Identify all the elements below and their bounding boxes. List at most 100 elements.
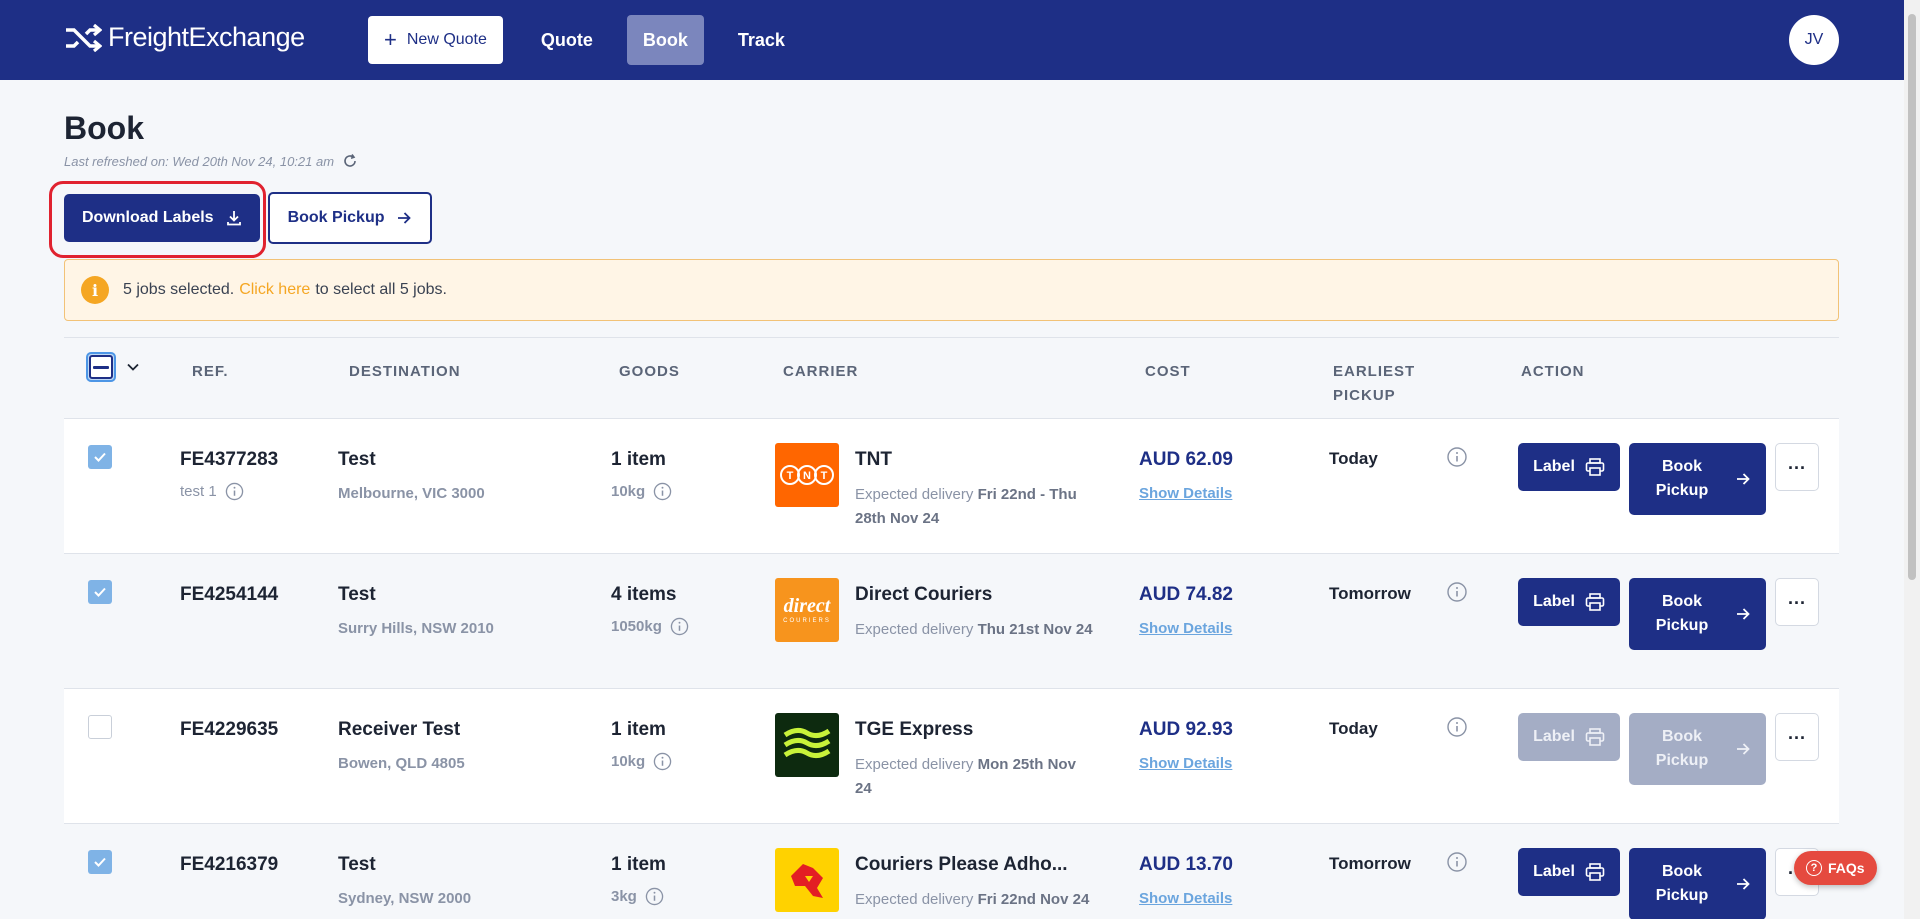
tge-logo xyxy=(775,713,839,777)
row-dest-addr: Melbourne, VIC 3000 xyxy=(338,485,485,502)
row-ref[interactable]: FE4254144 xyxy=(180,584,278,606)
info-icon[interactable] xyxy=(1446,581,1468,603)
col-carrier[interactable]: CARRIER xyxy=(783,360,858,384)
select-all-checkbox[interactable] xyxy=(86,352,116,382)
info-icon[interactable] xyxy=(653,482,672,501)
arrow-right-icon xyxy=(1737,878,1750,890)
row-carrier: TNT xyxy=(855,449,892,470)
row-pickup: Today xyxy=(1329,449,1378,468)
row-weight-value: 1050kg xyxy=(611,618,662,635)
info-icon[interactable] xyxy=(1446,851,1468,873)
col-pickup[interactable]: PICKUP xyxy=(1333,384,1396,408)
new-quote-button[interactable]: + New Quote xyxy=(368,16,503,64)
row-eta-prefix: Expected delivery xyxy=(855,621,974,638)
row-eta-date: Thu 21st Nov 24 xyxy=(977,621,1093,638)
row-goods: 1 item xyxy=(611,854,666,875)
faq-label: FAQs xyxy=(1828,860,1865,876)
table-row[interactable]: FE4254144 Test Surry Hills, NSW 2010 4 i… xyxy=(64,554,1839,689)
info-icon[interactable] xyxy=(670,617,689,636)
book-pickup-bulk-button[interactable]: Book Pickup xyxy=(267,192,433,244)
row-ref-sub: test 1 xyxy=(180,482,244,501)
row-checkbox[interactable] xyxy=(88,445,112,469)
brand-name: FreightExchange xyxy=(108,22,305,52)
row-dest-addr: Sydney, NSW 2000 xyxy=(338,890,472,907)
table-row[interactable]: FE4229635 Receiver Test Bowen, QLD 4805 … xyxy=(64,689,1839,824)
row-carrier: Direct Couriers xyxy=(855,584,993,605)
label-button-disabled[interactable]: Label xyxy=(1518,713,1620,761)
book-pickup-button[interactable]: Book Pickup xyxy=(1629,443,1766,515)
svg-text:N: N xyxy=(803,470,811,482)
row-cost: AUD 74.82 xyxy=(1139,584,1233,605)
row-ref-note: test 1 xyxy=(180,483,217,500)
col-goods[interactable]: GOODS xyxy=(619,360,680,384)
book-pickup-button[interactable]: Book Pickup xyxy=(1629,578,1766,650)
bulk-actions: Download Labels Book Pickup xyxy=(64,192,433,244)
table-row[interactable]: FE4377283 test 1 Test Melbourne, VIC 300… xyxy=(64,419,1839,554)
row-checkbox[interactable] xyxy=(88,715,112,739)
book-pickup-text: Book Pickup xyxy=(1655,863,1709,904)
arrow-right-icon xyxy=(1737,743,1750,755)
table-row[interactable]: FE4216379 Test Sydney, NSW 2000 1 item 3… xyxy=(64,824,1839,919)
chevron-down-icon[interactable] xyxy=(126,360,140,374)
select-all-link[interactable]: Click here xyxy=(239,281,310,299)
jobs-table: REF. DESTINATION GOODS CARRIER COST EARL… xyxy=(64,337,1839,919)
col-action: ACTION xyxy=(1521,363,1585,380)
row-eta-prefix: Expected delivery xyxy=(855,486,974,503)
show-details-link[interactable]: Show Details xyxy=(1139,755,1232,772)
more-options-button[interactable]: ... xyxy=(1775,713,1819,761)
info-icon[interactable] xyxy=(653,752,672,771)
row-eta-date: Fri 22nd Nov 24 xyxy=(977,891,1090,908)
nav-track[interactable]: Track xyxy=(722,15,801,65)
page-scrollbar[interactable] xyxy=(1904,0,1920,919)
book-pickup-button[interactable]: Book Pickup xyxy=(1629,848,1766,919)
refresh-icon[interactable] xyxy=(342,153,358,169)
download-labels-button[interactable]: Download Labels xyxy=(64,194,260,242)
more-options-button[interactable]: ... xyxy=(1775,578,1819,626)
row-cost: AUD 92.93 xyxy=(1139,719,1233,740)
row-checkbox[interactable] xyxy=(88,850,112,874)
show-details-link[interactable]: Show Details xyxy=(1139,890,1232,907)
book-pickup-text: Book Pickup xyxy=(1655,593,1709,634)
tnt-logo: T N T xyxy=(775,443,839,507)
scrollbar-thumb[interactable] xyxy=(1908,14,1916,580)
arrow-right-icon xyxy=(1737,473,1750,485)
faq-button[interactable]: ? FAQs xyxy=(1794,851,1877,885)
show-details-link[interactable]: Show Details xyxy=(1139,620,1232,637)
info-icon[interactable] xyxy=(645,887,664,906)
row-cost: AUD 62.09 xyxy=(1139,449,1233,470)
row-ref[interactable]: FE4377283 xyxy=(180,449,278,471)
col-ref[interactable]: REF. xyxy=(192,360,229,384)
user-avatar[interactable]: JV xyxy=(1789,15,1839,65)
row-eta: Expected delivery Fri 22nd Nov 24 xyxy=(855,888,1095,912)
printer-icon xyxy=(1585,458,1605,476)
book-pickup-text: Book Pickup xyxy=(1655,728,1709,769)
row-weight: 10kg xyxy=(611,752,672,771)
label-button[interactable]: Label xyxy=(1518,848,1620,896)
info-icon[interactable] xyxy=(225,482,244,501)
label-button[interactable]: Label xyxy=(1518,578,1620,626)
printer-icon xyxy=(1585,593,1605,611)
label-button[interactable]: Label xyxy=(1518,443,1620,491)
row-goods: 1 item xyxy=(611,719,666,740)
brand-logo[interactable]: FreightExchange xyxy=(64,22,305,53)
arrow-right-icon xyxy=(1737,608,1750,620)
check-icon xyxy=(94,587,106,597)
show-details-link[interactable]: Show Details xyxy=(1139,485,1232,502)
row-checkbox[interactable] xyxy=(88,580,112,604)
row-ref[interactable]: FE4229635 xyxy=(180,719,278,741)
direct-logo-sub: COURIERS xyxy=(783,618,831,624)
nav-quote[interactable]: Quote xyxy=(525,15,609,65)
row-dest-name: Receiver Test xyxy=(338,719,461,740)
info-icon[interactable] xyxy=(1446,716,1468,738)
col-destination[interactable]: DESTINATION xyxy=(349,360,461,384)
shuffle-icon xyxy=(66,23,102,52)
info-icon[interactable] xyxy=(1446,446,1468,468)
col-earliest[interactable]: EARLIEST xyxy=(1333,360,1415,384)
row-ref[interactable]: FE4216379 xyxy=(180,854,278,876)
book-pickup-button-disabled[interactable]: Book Pickup xyxy=(1629,713,1766,785)
nav-book[interactable]: Book xyxy=(626,15,704,65)
col-cost[interactable]: COST xyxy=(1145,360,1191,384)
more-options-button[interactable]: ... xyxy=(1775,443,1819,491)
printer-icon xyxy=(1585,863,1605,881)
svg-text:T: T xyxy=(821,470,828,482)
